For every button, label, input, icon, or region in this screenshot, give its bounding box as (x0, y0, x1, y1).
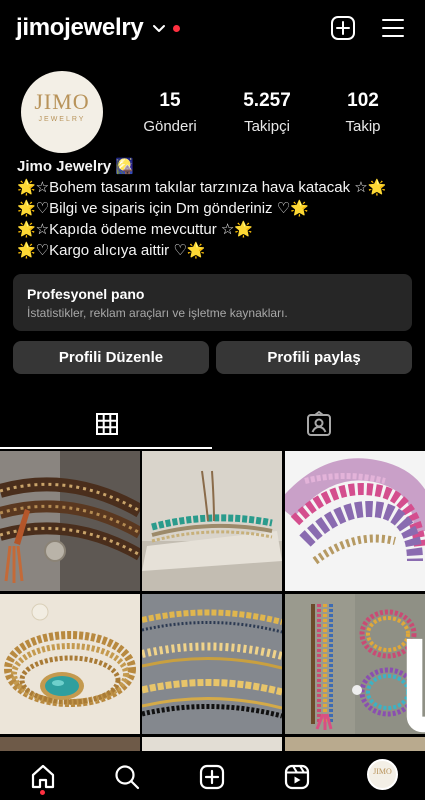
tagged-icon[interactable] (306, 410, 332, 437)
post-thumbnail[interactable] (0, 594, 140, 734)
avatar-logo-text: JIMO (373, 767, 392, 776)
profile-username[interactable]: jimojewelry (16, 14, 144, 42)
multi-post-icon (399, 600, 425, 733)
stat-following[interactable]: 102 Takip (336, 90, 390, 135)
profile-avatar[interactable]: JIMO JEWELRY (21, 71, 103, 153)
plus-square-icon[interactable] (330, 15, 356, 41)
bio-line: 🌟☆Bohem tasarım takılar tarzınıza hava k… (17, 179, 387, 196)
reels-icon[interactable] (283, 763, 311, 791)
stat-followers-label: Takipçi (244, 118, 290, 135)
posts-grid (0, 451, 425, 751)
profile-bio: Jimo Jewelry 🎑 🌟☆Bohem tasarım takılar t… (17, 156, 417, 261)
profile-display-name: Jimo Jewelry 🎑 (17, 158, 135, 175)
stat-followers-value: 5.257 (243, 90, 291, 111)
avatar-logo-text: JIMO (34, 89, 90, 114)
post-thumbnail[interactable] (0, 451, 140, 591)
bio-line: 🌟♡Kargo alıcıya aittir ♡🌟 (17, 242, 206, 259)
create-icon[interactable] (198, 763, 226, 791)
edit-profile-button[interactable]: Profili Düzenle (13, 341, 209, 374)
share-profile-button[interactable]: Profili paylaş (216, 341, 412, 374)
stat-followers[interactable]: 5.257 Takipçi (230, 90, 304, 135)
selected-tab-indicator (0, 447, 212, 449)
stat-following-value: 102 (347, 90, 379, 111)
professional-dashboard-title: Profesyonel pano (27, 286, 145, 302)
stat-posts[interactable]: 15 Gönderi (140, 90, 200, 135)
post-thumbnail[interactable] (285, 451, 425, 591)
avatar-logo-subtext: JEWELRY (38, 116, 86, 123)
bio-line: 🌟♡Bilgi ve siparis için Dm gönderiniz ♡🌟 (17, 200, 309, 217)
grid-icon[interactable] (94, 411, 120, 437)
post-thumbnail[interactable] (0, 737, 140, 751)
post-thumbnail[interactable] (285, 594, 425, 734)
chevron-down-icon[interactable] (152, 22, 166, 36)
bottom-navigation (0, 752, 425, 800)
hamburger-menu-icon[interactable] (380, 15, 406, 41)
stat-following-label: Takip (345, 118, 381, 135)
post-thumbnail[interactable] (142, 451, 282, 591)
post-thumbnail[interactable] (142, 737, 282, 751)
notification-dot (40, 790, 45, 795)
professional-dashboard[interactable]: Profesyonel pano İstatistikler, reklam a… (13, 274, 412, 331)
stat-posts-label: Gönderi (143, 118, 197, 135)
top-bar: jimojewelry (0, 0, 425, 60)
post-thumbnail[interactable] (285, 737, 425, 751)
home-icon[interactable] (29, 763, 57, 791)
post-thumbnail[interactable] (142, 594, 282, 734)
bio-line: 🌟☆Kapıda ödeme mevcuttur ☆🌟 (17, 221, 254, 238)
stat-posts-value: 15 (159, 90, 181, 111)
notification-dot (173, 25, 180, 32)
profile-avatar[interactable]: JIMO (367, 759, 398, 790)
search-icon[interactable] (113, 763, 141, 791)
professional-dashboard-subtitle: İstatistikler, reklam araçları ve işletm… (27, 306, 288, 320)
